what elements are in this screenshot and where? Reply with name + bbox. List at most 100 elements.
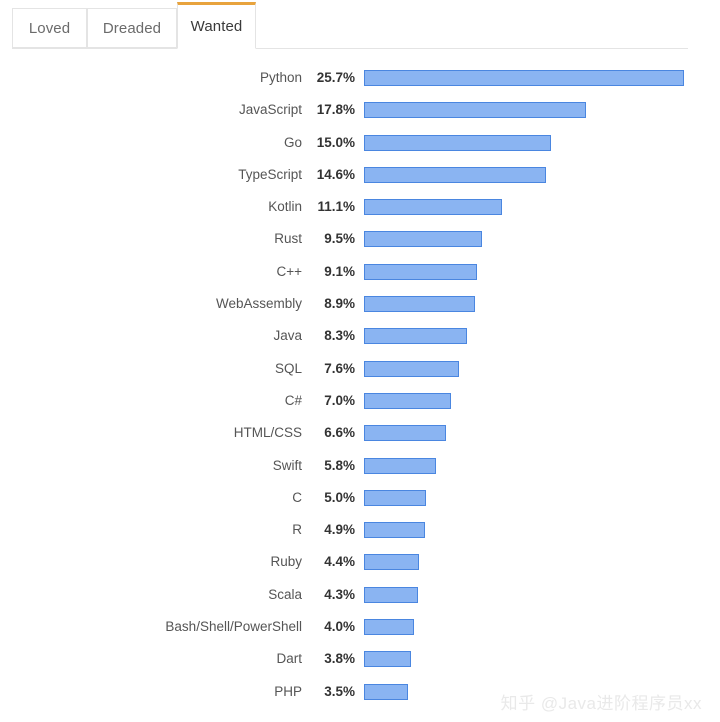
bar-category-label: TypeScript xyxy=(238,166,302,182)
tab-loved-label: Loved xyxy=(28,19,71,37)
tab-bar-bottom-rule xyxy=(12,48,688,49)
bar-track xyxy=(364,489,427,506)
bar[interactable] xyxy=(364,296,475,313)
bar-value-label: 5.8% xyxy=(324,457,355,473)
chart-row: Kotlin 11.1% xyxy=(0,191,720,223)
bar-value-label: 3.8% xyxy=(324,651,355,667)
bar-track xyxy=(364,619,414,636)
bar-value-label: 5.0% xyxy=(324,489,355,505)
bar-track xyxy=(364,296,475,313)
bar-category-label: Bash/Shell/PowerShell xyxy=(165,619,302,635)
bar-category-label: SQL xyxy=(274,360,302,376)
tab-loved[interactable]: Loved xyxy=(12,8,87,48)
bar-value-label: 4.9% xyxy=(324,522,355,538)
bar[interactable] xyxy=(364,263,478,280)
bar[interactable] xyxy=(364,586,418,603)
bar-track xyxy=(364,522,425,539)
bar-category-label: C# xyxy=(284,392,302,408)
chart-row: R 4.9% xyxy=(0,514,720,546)
bar-track xyxy=(364,457,437,474)
bar-value-label: 14.6% xyxy=(316,166,355,182)
bar[interactable] xyxy=(364,102,586,119)
bar-category-label: Swift xyxy=(272,457,302,473)
bar-value-label: 8.3% xyxy=(324,328,355,344)
chart-row: Ruby 4.4% xyxy=(0,546,720,578)
bar-track xyxy=(364,134,551,151)
chart-row: Scala 4.3% xyxy=(0,579,720,611)
bar-track xyxy=(364,263,478,280)
bar-category-label: Dart xyxy=(276,651,302,667)
bar[interactable] xyxy=(364,522,425,539)
bar-track xyxy=(364,554,419,571)
bar-value-label: 4.3% xyxy=(324,586,355,602)
bar[interactable] xyxy=(364,360,459,377)
bar[interactable] xyxy=(364,683,408,700)
watermark: 知乎 @Java进阶程序员xx xyxy=(500,694,702,713)
chart-row: HTML/CSS 6.6% xyxy=(0,417,720,449)
bar-value-label: 7.6% xyxy=(324,360,355,376)
bar-category-label: C xyxy=(292,489,302,505)
bar-track xyxy=(364,199,503,216)
bar-track xyxy=(364,651,412,668)
chart-row: C 5.0% xyxy=(0,482,720,514)
chart-row: Rust 9.5% xyxy=(0,223,720,255)
bar-track xyxy=(364,392,452,409)
bar-category-label: C++ xyxy=(276,263,302,279)
bar-value-label: 15.0% xyxy=(316,134,355,150)
bar[interactable] xyxy=(364,457,437,474)
bar-category-label: Python xyxy=(259,70,302,85)
bar-track xyxy=(364,586,418,603)
bar-value-label: 4.0% xyxy=(324,619,355,635)
chart-row: Go 15.0% xyxy=(0,127,720,159)
chart-row: Bash/Shell/PowerShell 4.0% xyxy=(0,611,720,643)
tab-bar: Loved Dreaded Wanted xyxy=(0,0,720,56)
bar[interactable] xyxy=(364,651,412,668)
bar-category-label: Java xyxy=(273,328,302,344)
bar-value-label: 25.7% xyxy=(316,70,355,85)
bar-value-label: 8.9% xyxy=(324,296,355,312)
bar[interactable] xyxy=(364,166,546,183)
bar-category-label: PHP xyxy=(274,683,302,699)
bar-value-label: 9.5% xyxy=(324,231,355,247)
bar[interactable] xyxy=(364,231,483,248)
bar[interactable] xyxy=(364,489,427,506)
chart-row: Swift 5.8% xyxy=(0,450,720,482)
bar-value-label: 4.4% xyxy=(324,554,355,570)
bar-value-label: 17.8% xyxy=(316,102,355,118)
bar-category-label: JavaScript xyxy=(238,102,302,118)
bar-value-label: 6.6% xyxy=(324,425,355,441)
bar-track xyxy=(364,166,546,183)
chart-row: Java 8.3% xyxy=(0,320,720,352)
chart-row: WebAssembly 8.9% xyxy=(0,288,720,320)
chart-row: C++ 9.1% xyxy=(0,256,720,288)
chart-row: SQL 7.6% xyxy=(0,353,720,385)
bar-track xyxy=(364,70,684,86)
chart-row: JavaScript 17.8% xyxy=(0,94,720,126)
bar-category-label: WebAssembly xyxy=(215,296,302,312)
bar-track xyxy=(364,360,459,377)
bar-value-label: 3.5% xyxy=(324,683,355,699)
bar[interactable] xyxy=(364,554,419,571)
tab-wanted-label: Wanted xyxy=(190,18,243,35)
bar[interactable] xyxy=(364,70,684,86)
bar-category-label: Rust xyxy=(274,231,302,247)
bar[interactable] xyxy=(364,199,503,216)
bar-category-label: R xyxy=(292,522,302,538)
bar-track xyxy=(364,328,468,345)
bar[interactable] xyxy=(364,425,447,442)
bar[interactable] xyxy=(364,134,551,151)
bar-category-label: Go xyxy=(283,134,302,150)
wanted-languages-bar-chart: Python 25.7% JavaScript 17.8% Go 15.0% TypeScr… xyxy=(0,62,720,708)
tab-dreaded[interactable]: Dreaded xyxy=(87,8,177,48)
bar-category-label: HTML/CSS xyxy=(233,425,302,441)
bar-category-label: Ruby xyxy=(270,554,302,570)
bar-track xyxy=(364,102,586,119)
tab-wanted[interactable]: Wanted xyxy=(177,2,256,49)
bar-track xyxy=(364,231,483,248)
chart-row: Dart 3.8% xyxy=(0,643,720,675)
bar-category-label: Scala xyxy=(268,586,302,602)
bar[interactable] xyxy=(364,619,414,636)
bar-value-label: 9.1% xyxy=(324,263,355,279)
bar[interactable] xyxy=(364,392,452,409)
bar[interactable] xyxy=(364,328,468,345)
